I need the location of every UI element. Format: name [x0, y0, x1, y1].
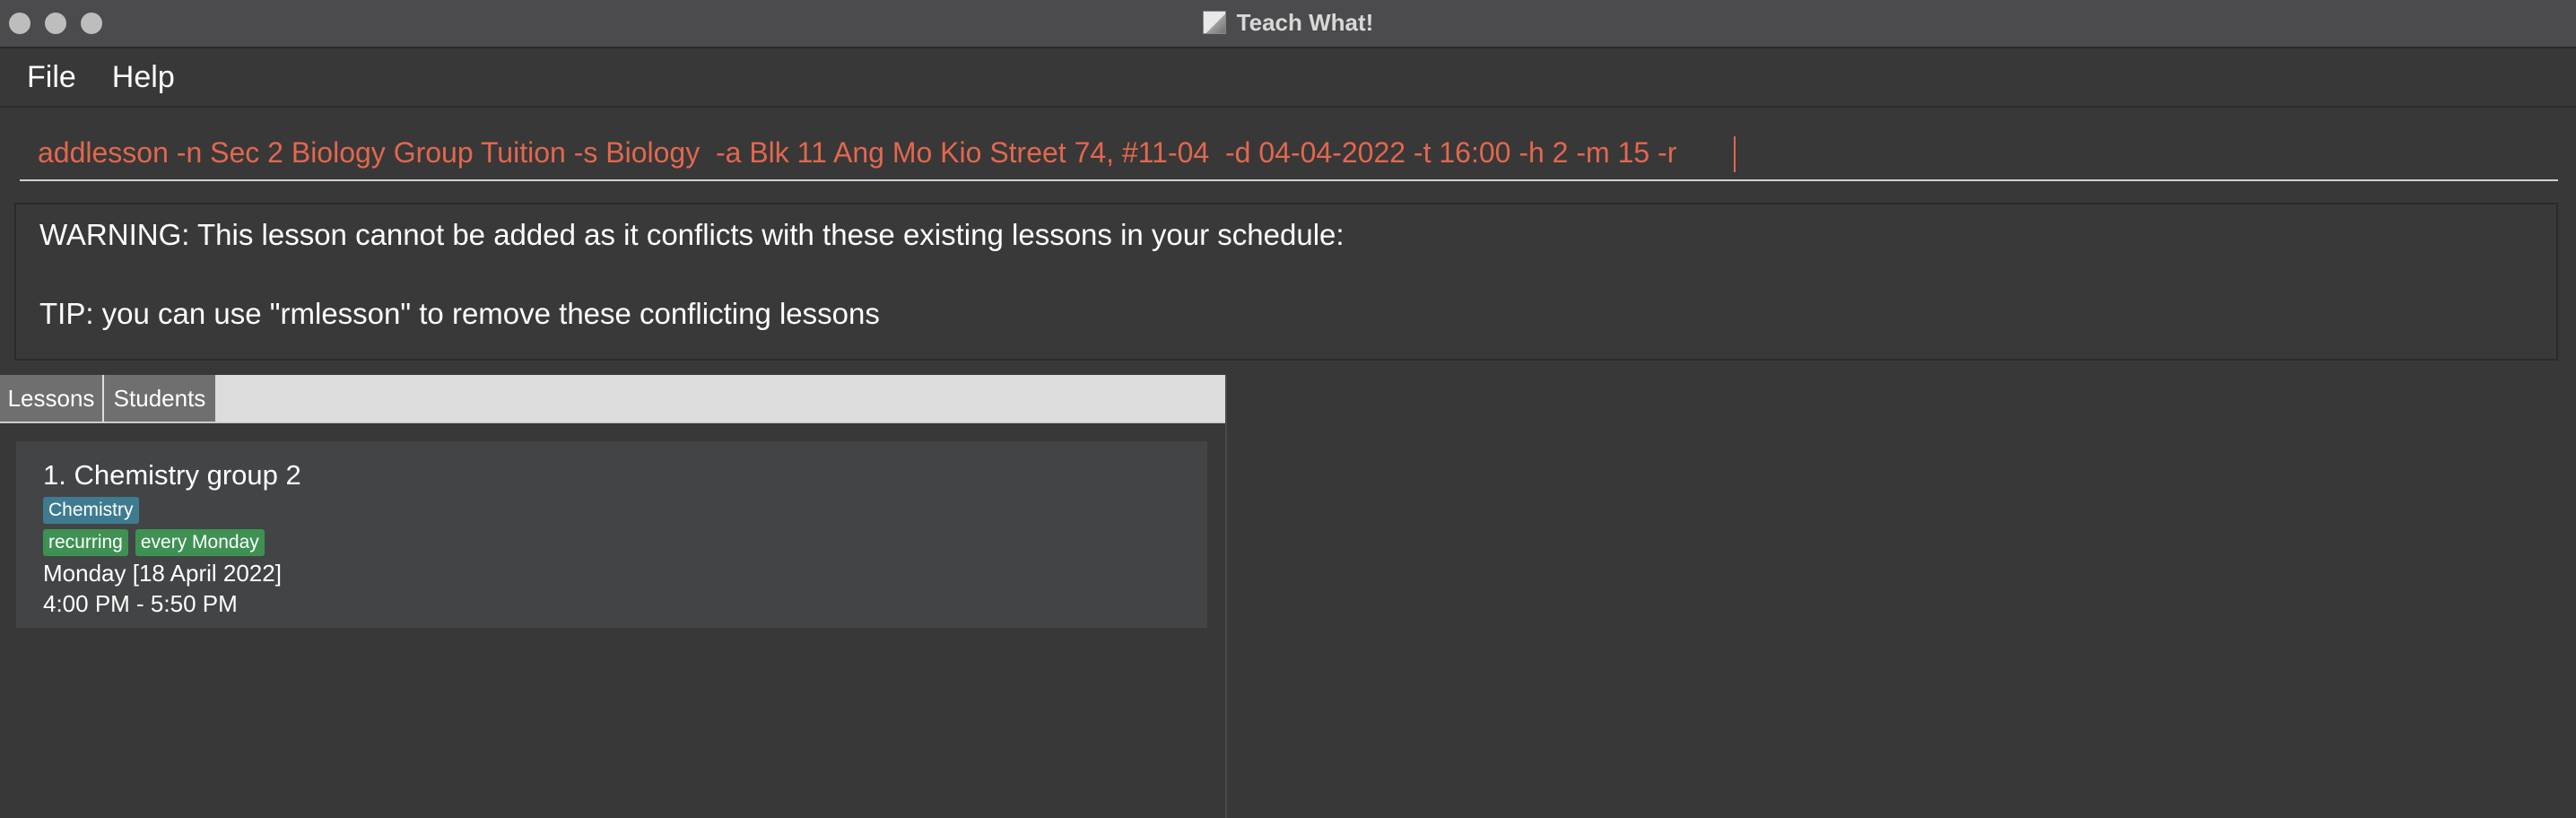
recurrence-day-tag: every Monday [135, 529, 265, 556]
window-title: Teach What! [1236, 8, 1374, 36]
text-caret [1734, 136, 1736, 172]
lesson-card[interactable]: 1. Chemistry group 2 Chemistry recurring… [16, 441, 1207, 628]
tab-students[interactable]: Students [104, 375, 217, 422]
app-window: Teach What! File Help WARNING: This less… [0, 0, 2576, 818]
lesson-title: 1. Chemistry group 2 [43, 459, 301, 491]
recurrence-tag-row: recurring every Monday [43, 529, 1207, 558]
menu-help[interactable]: Help [112, 60, 175, 95]
subject-tag: Chemistry [43, 497, 139, 524]
tip-message: TIP: you can use "rmlesson" to remove th… [39, 297, 880, 330]
command-box [0, 108, 2576, 196]
result-display: WARNING: This lesson cannot be added as … [14, 203, 2558, 361]
app-icon [1202, 11, 1226, 34]
detail-pane [1227, 375, 2576, 818]
lesson-time: 4:00 PM - 5:50 PM [43, 590, 238, 617]
command-input[interactable] [20, 126, 2558, 181]
tab-pane: Lessons Students 1. Chemistry group 2 Ch… [0, 375, 1227, 818]
menu-file[interactable]: File [27, 60, 76, 95]
subject-tag-row: Chemistry [43, 497, 1207, 526]
recurring-tag: recurring [43, 529, 128, 556]
tab-lessons[interactable]: Lessons [0, 375, 104, 422]
lesson-date: Monday [18 April 2022] [43, 560, 282, 587]
tab-header: Lessons Students [0, 375, 1225, 423]
title-container: Teach What! [0, 0, 2576, 45]
menu-bar: File Help [0, 48, 2576, 108]
title-bar: Teach What! [0, 0, 2576, 48]
warning-message: WARNING: This lesson cannot be added as … [39, 218, 1345, 251]
